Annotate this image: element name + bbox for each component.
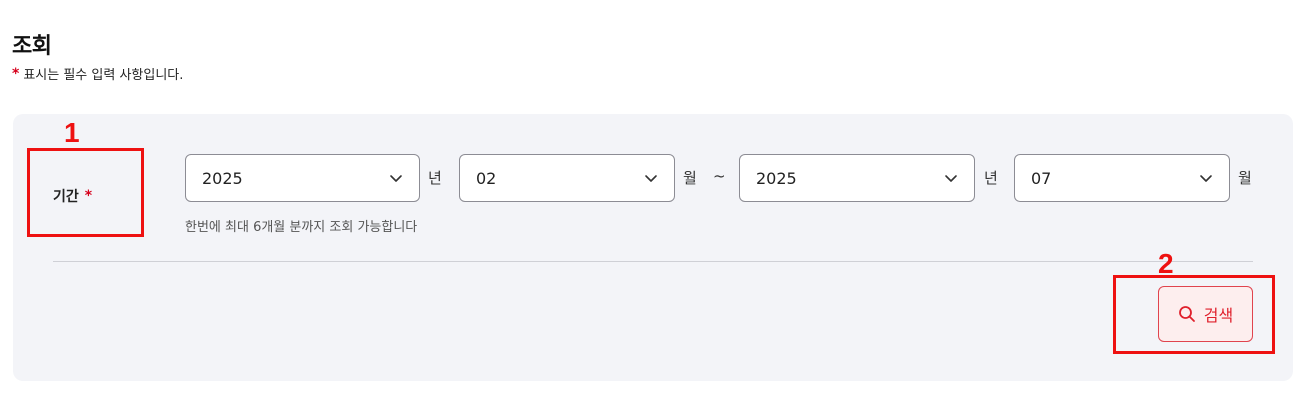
annotation-box-1 <box>27 148 144 237</box>
period-helper-text: 한번에 최대 6개월 분까지 조회 가능합니다 <box>185 220 418 235</box>
to-month-select[interactable]: 07 <box>1014 154 1230 202</box>
required-note: * 표시는 필수 입력 사항입니다. <box>12 64 184 84</box>
to-year-unit: 년 <box>984 169 998 187</box>
annotation-number-1: 1 <box>64 117 80 148</box>
from-year-select[interactable]: 2025 <box>185 154 420 202</box>
to-month-value: 07 <box>1031 168 1052 188</box>
from-year-value: 2025 <box>202 168 243 188</box>
required-note-text: 표시는 필수 입력 사항입니다. <box>23 68 184 83</box>
divider <box>53 261 1253 262</box>
from-month-select[interactable]: 02 <box>459 154 675 202</box>
page-title: 조회 <box>12 34 52 59</box>
from-month-value: 02 <box>476 168 497 188</box>
chevron-down-icon <box>390 175 402 182</box>
range-separator: ~ <box>713 167 726 185</box>
annotation-box-2 <box>1113 275 1275 354</box>
to-year-select[interactable]: 2025 <box>739 154 975 202</box>
from-month-unit: 월 <box>683 169 697 187</box>
required-asterisk: * <box>12 65 20 82</box>
from-year-unit: 년 <box>428 169 442 187</box>
chevron-down-icon <box>645 175 657 182</box>
to-year-value: 2025 <box>756 168 797 188</box>
chevron-down-icon <box>945 175 957 182</box>
annotation-number-2: 2 <box>1158 248 1174 279</box>
chevron-down-icon <box>1200 175 1212 182</box>
to-month-unit: 월 <box>1238 169 1252 187</box>
